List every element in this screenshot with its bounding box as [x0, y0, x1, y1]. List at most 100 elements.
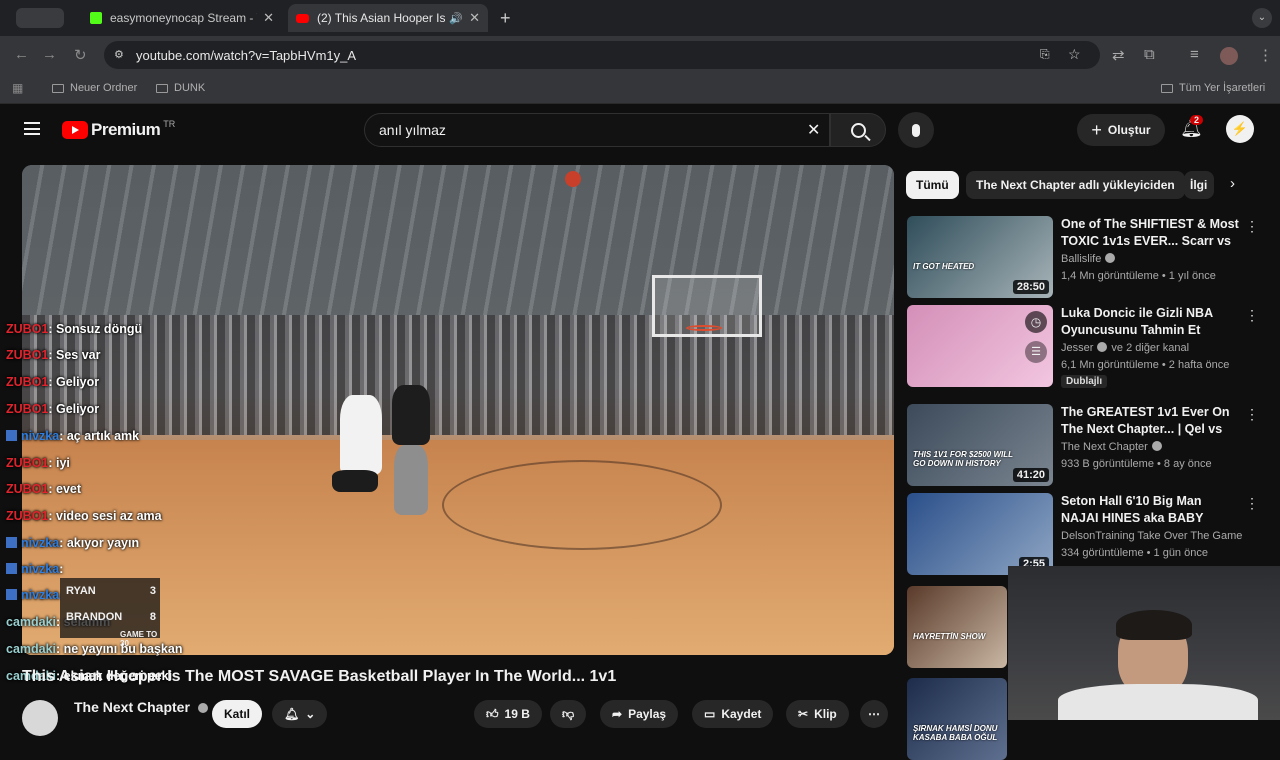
close-tab-icon[interactable]: ✕ [263, 10, 274, 26]
video-frame-player [392, 385, 430, 445]
more-actions-button[interactable]: ⋯ [860, 700, 888, 728]
more-options-icon[interactable]: ⋮ [1245, 307, 1259, 324]
chat-username: ZUBO1 [6, 322, 49, 336]
verified-icon [1097, 342, 1108, 352]
search-input[interactable]: anıl yılmaz ✕ [364, 113, 830, 147]
address-toolbar: ← → ↻ ⚙ youtube.com/watch?v=TapbHVm1y_A … [0, 36, 1280, 74]
bookmark-folder[interactable]: DUNK [156, 82, 205, 94]
recommendation-stats: 933 B görüntüleme • 8 ay önce [1061, 458, 1212, 470]
channel-name-text: The Next Chapter [1061, 441, 1148, 453]
video-title: This Asian Hooper Is The MOST SAVAGE Bas… [22, 668, 617, 685]
recommendation-stats: 6,1 Mn görüntüleme • 2 hafta önce [1061, 359, 1230, 371]
chip-related[interactable]: İlgi [1184, 171, 1214, 199]
translate-icon[interactable]: ⇄ [1112, 46, 1125, 64]
watch-later-icon[interactable]: ◷ [1025, 311, 1047, 333]
chat-text: : evet [48, 482, 82, 496]
chat-username: ZUBO1 [6, 456, 49, 470]
tab-youtube[interactable]: (2) This Asian Hooper Is T 🔊 ✕ [288, 4, 488, 32]
clip-button[interactable]: ✂ Klip [786, 700, 849, 728]
video-thumbnail[interactable]: ŞIRNAK HAMSİ DONU KASABA BABA OĞUL [907, 678, 1007, 760]
chip-all[interactable]: Tümü [906, 171, 959, 199]
search-button[interactable] [830, 113, 886, 147]
channel-avatar[interactable] [22, 700, 58, 736]
notification-count: 2 [1190, 115, 1204, 125]
video-thumbnail[interactable]: ◷ ☰ [907, 305, 1053, 387]
more-options-icon[interactable]: ⋮ [1245, 495, 1259, 512]
tab-search-icon[interactable]: ⌄ [1252, 8, 1272, 28]
recommendation-card[interactable]: 2:55 Seton Hall 6'10 Big Man NAJAI HINES … [907, 493, 1267, 575]
recommendation-title[interactable]: The GREATEST 1v1 Ever On The Next Chapte… [1061, 404, 1241, 438]
dislike-button[interactable]: 👎︎ [550, 700, 587, 728]
extensions-icon[interactable]: ⧉ [1144, 46, 1155, 63]
tab-kick[interactable]: easymoneynocap Stream - W ✕ [82, 4, 282, 32]
site-info-icon[interactable]: ⚙ [114, 48, 124, 61]
video-thumbnail[interactable]: HAYRETTİN SHOW [907, 586, 1007, 668]
clear-search-icon[interactable]: ✕ [807, 120, 820, 140]
search-icon [850, 122, 871, 141]
more-options-icon[interactable]: ⋮ [1245, 218, 1259, 235]
voice-search-button[interactable] [898, 112, 934, 148]
chat-username: camdaki [6, 642, 57, 656]
notifications-bell-icon[interactable]: 🔔︎ 2 [1180, 115, 1204, 139]
chat-message: nivzka [6, 588, 59, 602]
reload-icon[interactable]: ↻ [74, 46, 87, 64]
chip-uploader[interactable]: The Next Chapter adlı yükleyiciden [966, 171, 1185, 199]
recommendation-card[interactable]: THIS 1V1 FOR $2500 WILL GO DOWN IN HISTO… [907, 404, 1267, 486]
install-icon[interactable]: ⎘ [1040, 47, 1050, 62]
chevron-right-icon[interactable]: › [1230, 175, 1235, 192]
video-duration: 41:20 [1012, 468, 1049, 482]
recommendation-title[interactable]: Seton Hall 6'10 Big Man NAJAI HINES aka … [1061, 493, 1241, 527]
bookmark-star-icon[interactable]: ☆ [1068, 46, 1081, 63]
share-button[interactable]: ➦ Paylaş [600, 700, 679, 728]
channel-name[interactable]: The Next Chapter [74, 699, 208, 715]
video-thumbnail[interactable]: IT GOT HEATED 28:50 [907, 216, 1053, 298]
like-button[interactable]: 👍︎ 19 B [474, 700, 542, 728]
forward-icon[interactable]: → [42, 46, 57, 63]
scoreboard-player: RYAN [66, 585, 96, 597]
chat-text: : aç artık amk [59, 429, 140, 443]
close-tab-icon[interactable]: ✕ [469, 10, 480, 26]
chat-message: ZUBO1: Geliyor [6, 375, 99, 389]
channel-name-text: Ballislife [1061, 253, 1102, 265]
channel-name-text: The Next Chapter [74, 699, 190, 715]
chat-text: : video sesi az ama [48, 509, 162, 523]
menu-icon[interactable]: ⋮ [1258, 46, 1273, 64]
recommendation-channel[interactable]: The Next Chapter [1061, 441, 1162, 453]
recommendation-title[interactable]: One of The SHIFTIEST & Most TOXIC 1v1s E… [1061, 216, 1241, 250]
create-button[interactable]: + Oluştur [1077, 114, 1165, 146]
video-thumbnail[interactable]: 2:55 [907, 493, 1053, 575]
chat-username: ZUBO1 [6, 402, 49, 416]
chat-message: ZUBO1: iyi [6, 456, 70, 470]
chat-username: ZUBO1 [6, 348, 49, 362]
apps-icon[interactable]: ▦ [12, 81, 23, 95]
all-bookmarks[interactable]: Tüm Yer İşaretleri [1161, 82, 1265, 94]
profile-avatar[interactable] [1220, 47, 1238, 65]
add-to-queue-icon[interactable]: ☰ [1025, 341, 1047, 363]
hamburger-menu-icon[interactable] [24, 122, 40, 135]
subscribe-button[interactable]: 🔔︎ ⌄ [272, 700, 328, 728]
verified-icon [1105, 253, 1116, 263]
bookmark-folder[interactable]: Neuer Ordner [52, 82, 137, 94]
recommendation-card[interactable]: IT GOT HEATED 28:50 One of The SHIFTIEST &… [907, 216, 1267, 298]
save-button[interactable]: ▭ Kaydet [692, 700, 774, 728]
account-avatar[interactable]: ⚡ [1226, 115, 1254, 143]
speaker-icon[interactable]: 🔊 [449, 12, 463, 25]
recommendation-channel[interactable]: Jesser ve 2 diğer kanal [1061, 342, 1189, 354]
chat-text: : [59, 562, 64, 576]
recommendation-channel[interactable]: DelsonTraining Take Over The Game [1061, 530, 1242, 542]
tab-group-icon[interactable] [16, 8, 64, 28]
all-bookmarks-label: Tüm Yer İşaretleri [1179, 82, 1266, 94]
recommendation-title[interactable]: Luka Doncic ile Gizli NBA Oyuncusunu Tah… [1061, 305, 1241, 339]
recommendation-card[interactable]: ◷ ☰ Luka Doncic ile Gizli NBA Oyuncusunu T… [907, 305, 1267, 388]
reading-list-icon[interactable]: ≡ [1190, 46, 1199, 63]
join-button[interactable]: Katıl [212, 700, 263, 728]
recommendation-channel[interactable]: Ballislife [1061, 253, 1116, 265]
video-thumbnail[interactable]: THIS 1V1 FOR $2500 WILL GO DOWN IN HISTO… [907, 404, 1053, 486]
youtube-logo[interactable]: Premium TR [62, 119, 175, 140]
new-tab-icon[interactable]: + [500, 8, 511, 29]
back-icon[interactable]: ← [14, 46, 29, 63]
address-bar[interactable]: ⚙ youtube.com/watch?v=TapbHVm1y_A ⎘ ☆ [104, 41, 1100, 69]
channel-name-text: Jesser [1061, 342, 1094, 354]
video-frame-ceiling [22, 165, 894, 315]
more-options-icon[interactable]: ⋮ [1245, 406, 1259, 423]
